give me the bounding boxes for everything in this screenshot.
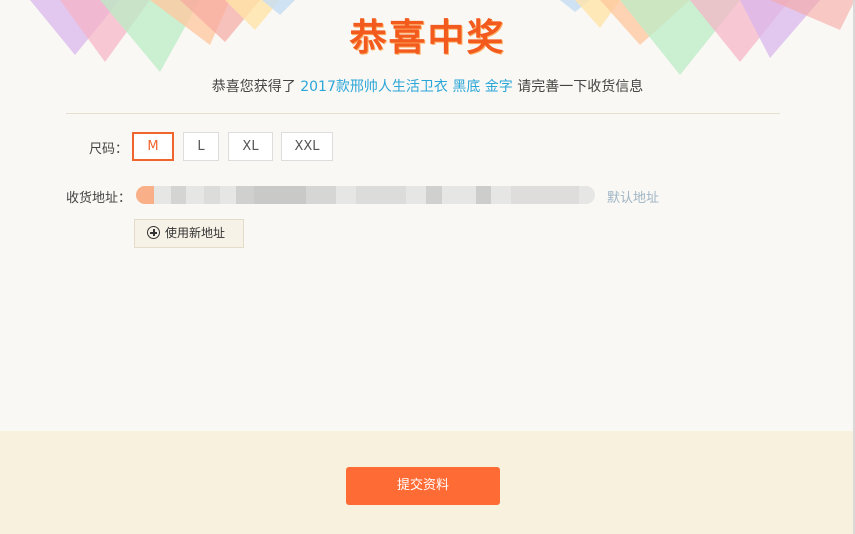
size-option-m[interactable]: M [132, 132, 174, 161]
size-option-xxl[interactable]: XXL [281, 132, 333, 161]
page-title: 恭喜中奖 [349, 16, 506, 59]
size-option-xl[interactable]: XL [228, 132, 273, 161]
prize-name: 2017款邢帅人生活卫衣 黑底 金字 [300, 79, 513, 95]
subtitle-suffix: 请完善一下收货信息 [517, 79, 644, 95]
address-label: 收货地址： [66, 191, 132, 206]
subtitle-prefix: 恭喜您获得了 [211, 79, 296, 95]
footer: 提交资料 [0, 431, 855, 534]
default-address-tag: 默认地址 [607, 191, 660, 206]
address-option-redacted[interactable] [136, 186, 595, 204]
subtitle: 恭喜您获得了 2017款邢帅人生活卫衣 黑底 金字 请完善一下收货信息 [0, 76, 855, 96]
size-option-l[interactable]: L [183, 132, 219, 161]
submit-button[interactable]: 提交资料 [346, 467, 500, 505]
use-new-address-label: 使用新地址 [165, 226, 226, 240]
plus-circle-icon [147, 226, 160, 239]
title-container: 恭喜中奖 [0, 14, 855, 62]
use-new-address-button[interactable]: 使用新地址 [134, 219, 244, 248]
size-label: 尺码： [89, 142, 129, 157]
prize-claim-page: 恭喜中奖 恭喜您获得了 2017款邢帅人生活卫衣 黑底 金字 请完善一下收货信息… [0, 0, 855, 534]
divider [66, 113, 780, 114]
